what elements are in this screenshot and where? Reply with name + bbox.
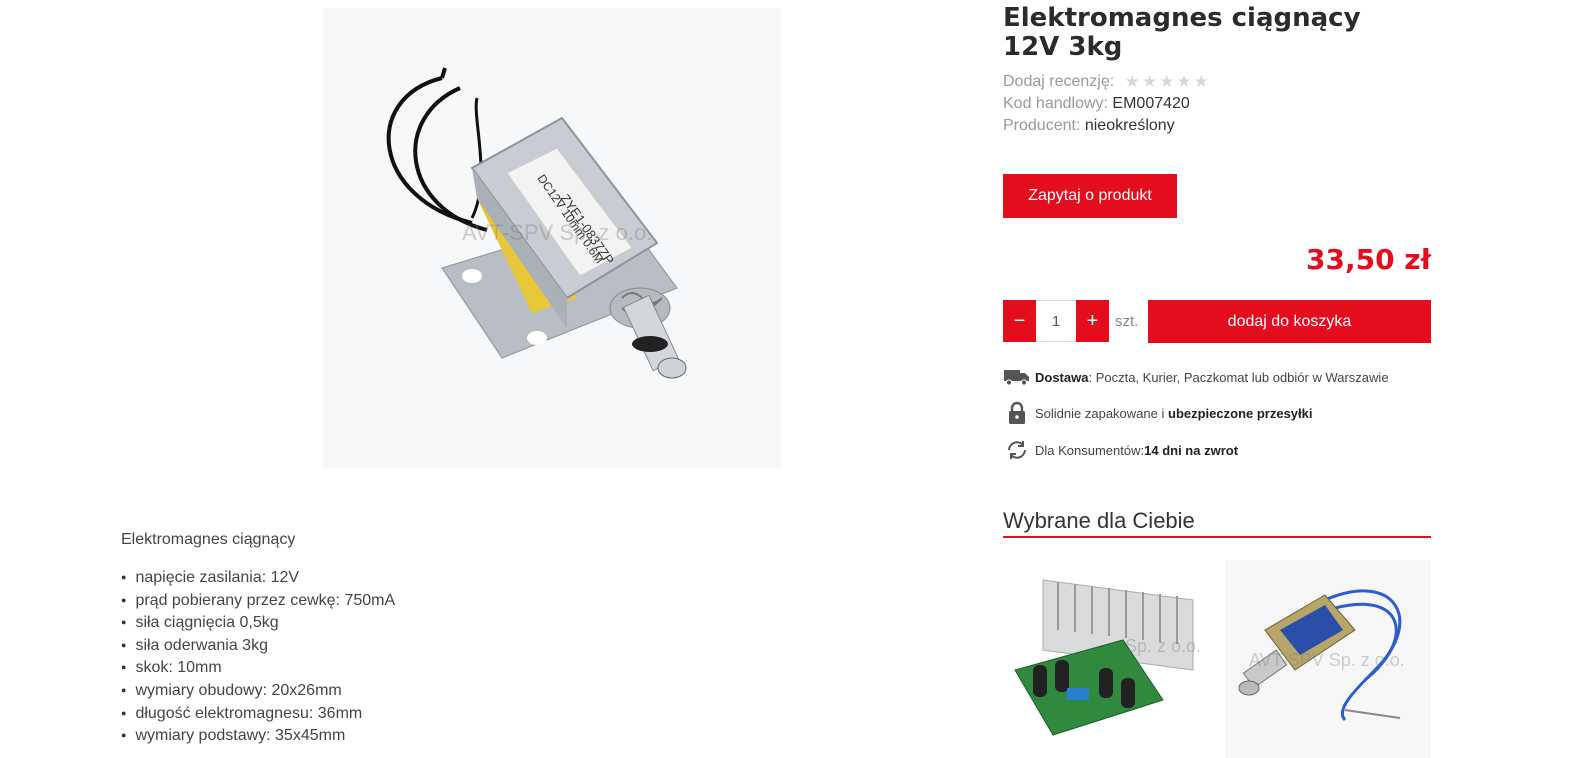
rec-watermark-1: Sp. z o.o.: [1125, 636, 1202, 656]
quantity-unit: szt.: [1115, 313, 1139, 330]
producer-value: nieokreślony: [1084, 117, 1175, 134]
star-icon[interactable]: ★: [1125, 72, 1142, 91]
spec-item: wymiary obudowy: 20x26mm: [121, 679, 395, 702]
star-icon[interactable]: ★: [1142, 72, 1159, 91]
star-icon[interactable]: ★: [1194, 72, 1211, 91]
packaging-info: Solidnie zapakowane i ubezpieczone przes…: [1003, 400, 1313, 426]
spec-list: napięcie zasilania: 12V prąd pobierany p…: [121, 566, 395, 747]
producer-label: Producent:: [1003, 117, 1081, 134]
return-text: Dla Konsumentów:: [1035, 442, 1145, 458]
spec-item: siła ciągnięcia 0,5kg: [121, 611, 395, 634]
plus-icon: +: [1086, 310, 1099, 332]
recommended-product-1[interactable]: Sp. z o.o.: [1003, 560, 1209, 758]
delivery-text: : Poczta, Kurier, Paczkomat lub odbiór w…: [1088, 369, 1389, 385]
rec-watermark-2: AVT-SPV Sp. z o.o.: [1249, 650, 1405, 670]
ask-about-product-button[interactable]: Zapytaj o produkt: [1003, 174, 1177, 218]
star-icon[interactable]: ★: [1176, 72, 1193, 91]
review-row: Dodaj recenzję: ★★★★★: [1003, 72, 1211, 92]
product-main-image[interactable]: ZYE1-0837ZP DC12V 10mm 0.6M AVT-SPV Sp. …: [322, 8, 782, 468]
description-title: Elektromagnes ciągnący: [121, 531, 296, 548]
minus-icon: −: [1013, 310, 1026, 332]
review-label: Dodaj recenzję:: [1003, 73, 1115, 90]
spec-item: napięcie zasilania: 12V: [121, 566, 395, 589]
image-watermark: AVT-SPV Sp. z o.o.: [462, 220, 653, 245]
quantity-input[interactable]: [1036, 300, 1076, 342]
quantity-increase-button[interactable]: +: [1076, 300, 1109, 342]
product-price: 33,50 zł: [1305, 243, 1431, 276]
return-info: Dla Konsumentów: 14 dni na zwrot: [1003, 437, 1238, 463]
add-to-cart-button[interactable]: dodaj do koszyka: [1148, 300, 1431, 343]
truck-icon: [1003, 364, 1031, 390]
packaging-text: Solidnie zapakowane i: [1035, 405, 1165, 421]
producer-row: Producent: nieokreślony: [1003, 117, 1175, 135]
spec-item: długość elektromagnesu: 36mm: [121, 702, 395, 725]
spec-item: skok: 10mm: [121, 656, 395, 679]
star-icon[interactable]: ★: [1159, 72, 1176, 91]
quantity-decrease-button[interactable]: −: [1003, 300, 1036, 342]
recommended-heading: Wybrane dla Ciebie: [1003, 508, 1431, 538]
amplifier-board-image: [1003, 560, 1209, 758]
recommended-product-2[interactable]: AVT-SPV Sp. z o.o.: [1225, 560, 1431, 758]
product-title: Elektromagnes ciągnący 12V 3kg: [1003, 3, 1361, 62]
packaging-bold: ubezpieczone przesyłki: [1168, 405, 1313, 421]
refresh-icon: [1003, 437, 1031, 463]
code-row: Kod handlowy: EM007420: [1003, 95, 1190, 113]
rating-stars[interactable]: ★★★★★: [1125, 72, 1211, 92]
lock-icon: [1003, 400, 1031, 426]
spec-item: siła oderwania 3kg: [121, 634, 395, 657]
spec-item: prąd pobierany przez cewkę: 750mA: [121, 589, 395, 612]
code-label: Kod handlowy:: [1003, 95, 1108, 112]
code-value: EM007420: [1112, 95, 1190, 112]
return-bold: 14 dni na zwrot: [1144, 442, 1239, 458]
delivery-info: Dostawa: Poczta, Kurier, Paczkomat lub o…: [1003, 364, 1389, 390]
spec-item: wymiary podstawy: 35x45mm: [121, 724, 395, 747]
delivery-bold: Dostawa: [1035, 369, 1089, 385]
